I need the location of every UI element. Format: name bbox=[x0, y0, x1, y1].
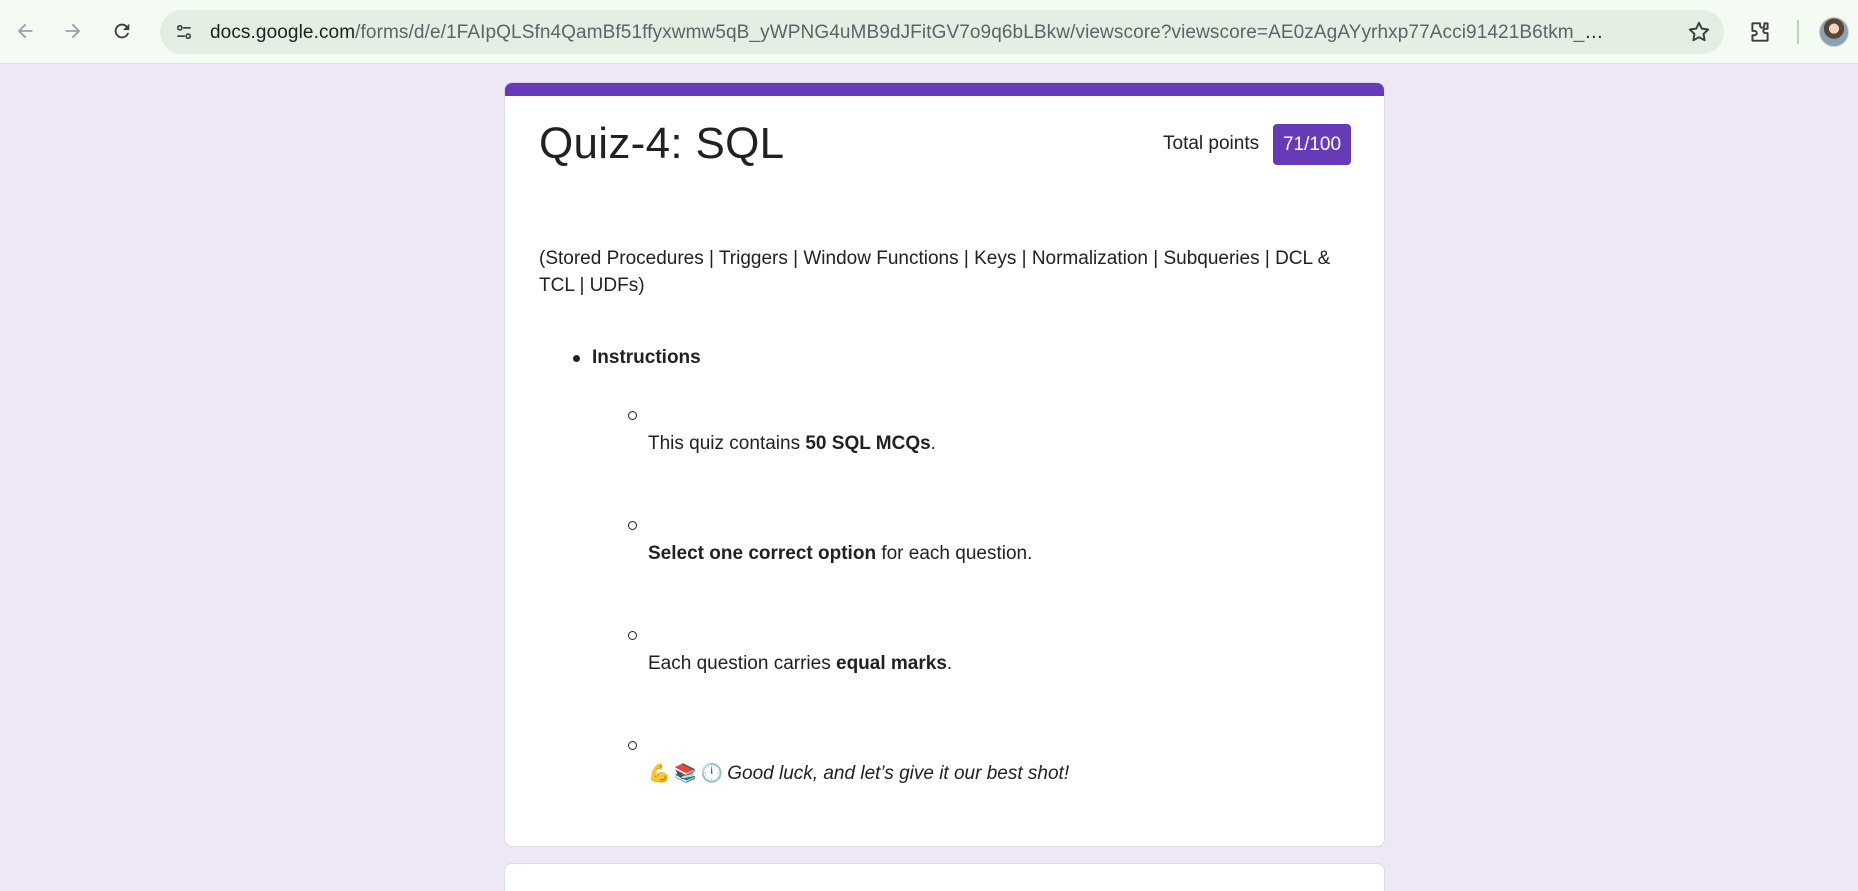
clock-icon: 🕛 bbox=[700, 763, 724, 783]
url-text[interactable]: docs.google.com/forms/d/e/1FAIpQLSfn4Qam… bbox=[210, 22, 1610, 44]
arrow-left-icon bbox=[17, 23, 33, 39]
sub-bullet bbox=[628, 521, 637, 530]
instruction-text: . bbox=[946, 653, 953, 674]
total-points-label: Total points bbox=[1163, 133, 1260, 154]
sub-bullet bbox=[628, 631, 637, 640]
flexed-biceps-icon: 💪 bbox=[648, 763, 671, 783]
sub-bullet bbox=[628, 741, 637, 750]
form-title: Quiz-4: SQL bbox=[539, 119, 785, 168]
instruction-bold: Select one correct option bbox=[648, 543, 877, 564]
url-path: /forms/d/e/1FAIpQLSfn4QamBf51ffyxwmw5qB_… bbox=[355, 22, 1610, 43]
total-points-badge: 71/100 bbox=[1273, 124, 1351, 165]
site-info-button[interactable] bbox=[170, 18, 198, 46]
bullet-dot bbox=[573, 354, 580, 362]
reload-icon bbox=[114, 23, 130, 39]
question-card bbox=[504, 863, 1385, 891]
bookmark-star-icon[interactable] bbox=[1686, 19, 1712, 45]
instruction-text: for each question. bbox=[876, 543, 1033, 564]
instruction-item: 💪 📚 🕛 Good luck, and let’s give it our best… bbox=[648, 763, 1069, 785]
url-host: docs.google.com bbox=[210, 22, 356, 43]
form-header-card: Quiz-4: SQL Total points 71/100 (Stored … bbox=[504, 82, 1385, 847]
extensions-puzzle-icon[interactable] bbox=[1747, 19, 1773, 45]
back-button[interactable] bbox=[8, 14, 42, 48]
instruction-italic: Good luck, and let’s give it our best sh… bbox=[727, 763, 1070, 784]
instruction-bold: 50 SQL MCQs bbox=[805, 433, 931, 454]
books-icon: 📚 bbox=[674, 763, 697, 783]
browser-toolbar: docs.google.com/forms/d/e/1FAIpQLSfn4Qam… bbox=[0, 0, 1858, 64]
instructions-heading-text: Instructions bbox=[592, 347, 701, 368]
instruction-item: Each question carries equal marks. bbox=[648, 653, 952, 675]
address-bar[interactable]: docs.google.com/forms/d/e/1FAIpQLSfn4Qam… bbox=[160, 10, 1724, 54]
profile-avatar[interactable] bbox=[1819, 17, 1849, 47]
instruction-item: This quiz contains 50 SQL MCQs. bbox=[648, 433, 936, 455]
toolbar-separator bbox=[1797, 20, 1799, 44]
instruction-bold: equal marks bbox=[836, 653, 947, 674]
instruction-item: Select one correct option for each quest… bbox=[648, 543, 1032, 565]
arrow-right-icon bbox=[65, 23, 81, 39]
instruction-text: This quiz contains bbox=[648, 433, 806, 454]
card-accent-bar bbox=[505, 83, 1384, 96]
instruction-text: . bbox=[930, 433, 936, 454]
instruction-text: Each question carries bbox=[648, 653, 836, 674]
tune-icon bbox=[176, 24, 192, 40]
instructions-heading: Instructions bbox=[573, 347, 701, 369]
sub-bullet bbox=[628, 411, 637, 420]
form-description: (Stored Procedures | Triggers | Window F… bbox=[539, 248, 1331, 296]
reload-button[interactable] bbox=[105, 14, 139, 48]
forward-button[interactable] bbox=[56, 14, 90, 48]
